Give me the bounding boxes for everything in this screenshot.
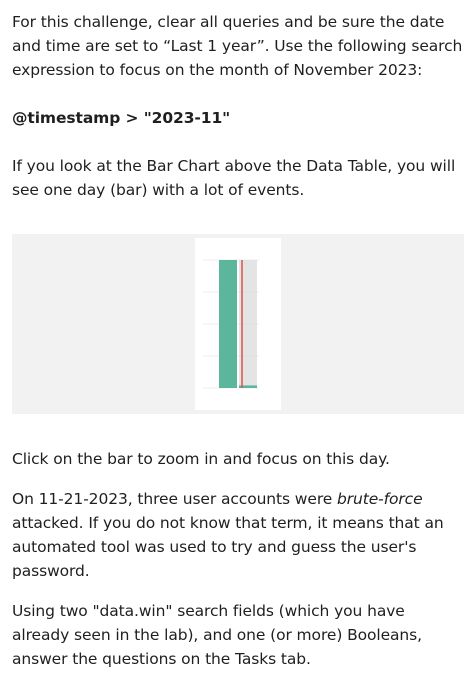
chart-bar-0[interactable] xyxy=(219,260,237,388)
brute-force-term: brute-force xyxy=(337,490,423,508)
para5-before: On 11-21-2023, three user accounts were xyxy=(12,490,338,508)
instruction-paragraph-4: Click on the bar to zoom in and focus on… xyxy=(12,450,390,468)
instruction-paragraph-1: For this challenge, clear all queries an… xyxy=(12,13,463,79)
bar-chart-screenshot xyxy=(12,234,464,414)
instruction-paragraph-3: If you look at the Bar Chart above the D… xyxy=(12,157,456,199)
search-expression: @timestamp > "2023-11" xyxy=(12,109,231,127)
instruction-paragraph-6: Using two "data.win" search fields (whic… xyxy=(12,602,422,668)
para5-after: attacked. If you do not know that term, … xyxy=(12,514,444,580)
instruction-paragraph-5: On 11-21-2023, three user accounts were … xyxy=(12,487,464,583)
chart-card xyxy=(195,238,281,410)
bar-chart xyxy=(203,259,259,389)
